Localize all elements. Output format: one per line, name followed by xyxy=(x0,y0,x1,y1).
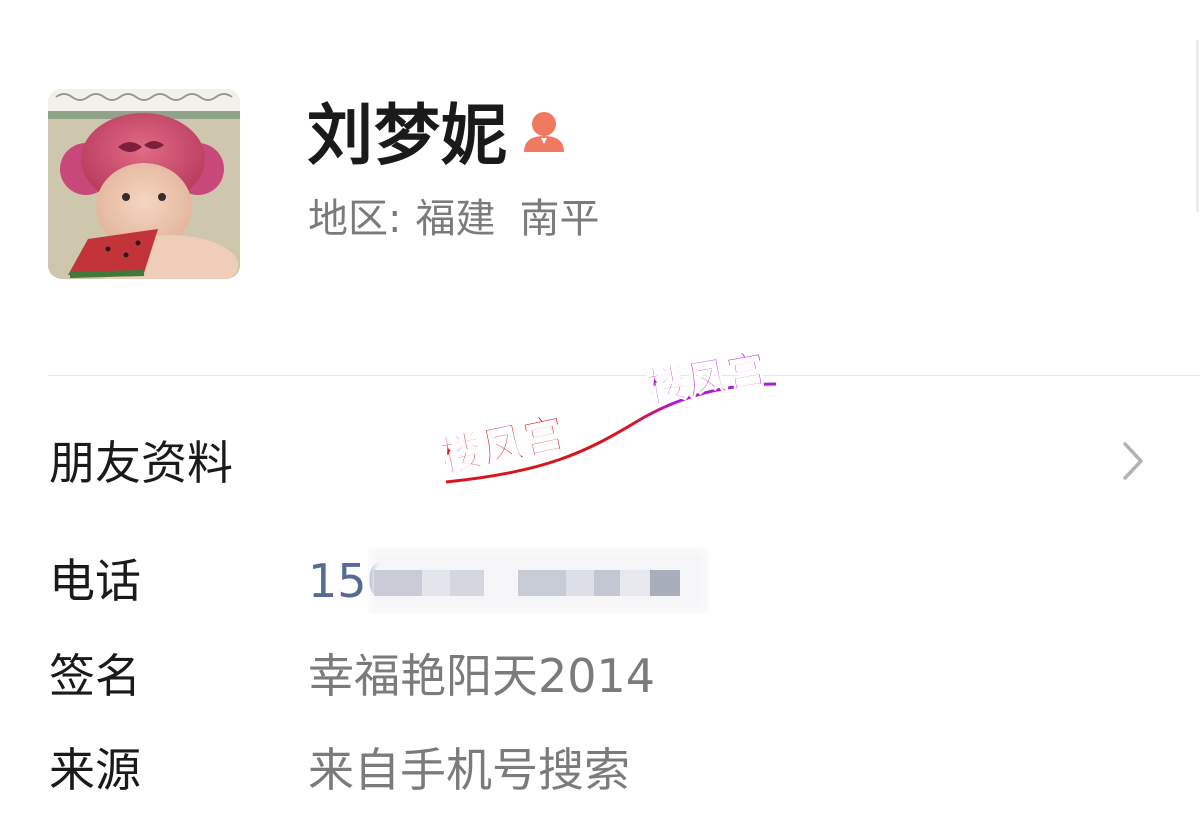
avatar-photo xyxy=(48,89,240,279)
edge-divider xyxy=(1196,40,1199,212)
chevron-right-icon xyxy=(1123,442,1143,480)
contact-profile-page: 刘梦妮 地区: 福建 南平 朋友资料 电话 150 签名 幸福艳阳天2014 来… xyxy=(0,0,1200,836)
phone-field[interactable]: 150 xyxy=(308,548,708,618)
signature-value: 幸福艳阳天2014 xyxy=(308,649,656,703)
region-city: 南平 xyxy=(519,196,600,242)
region-province: 福建 xyxy=(415,196,496,242)
source-label: 来源 xyxy=(49,743,141,797)
source-value: 来自手机号搜索 xyxy=(308,743,630,797)
avatar[interactable] xyxy=(48,89,240,279)
watermark-text-red: 楼凤宫 xyxy=(436,408,569,482)
phone-redaction-mask xyxy=(368,548,708,614)
watermark-text-purple: 楼凤宫 xyxy=(644,346,770,412)
friend-profile-label: 朋友资料 xyxy=(49,436,233,490)
watermark: 楼凤宫 楼凤宫 xyxy=(436,345,777,484)
female-icon xyxy=(524,112,564,152)
contact-name: 刘梦妮 xyxy=(307,97,508,174)
phone-label: 电话 xyxy=(49,554,141,608)
signature-label: 签名 xyxy=(49,649,141,703)
region-label: 地区: xyxy=(308,196,402,242)
region-row: 地区: 福建 南平 xyxy=(308,191,599,247)
